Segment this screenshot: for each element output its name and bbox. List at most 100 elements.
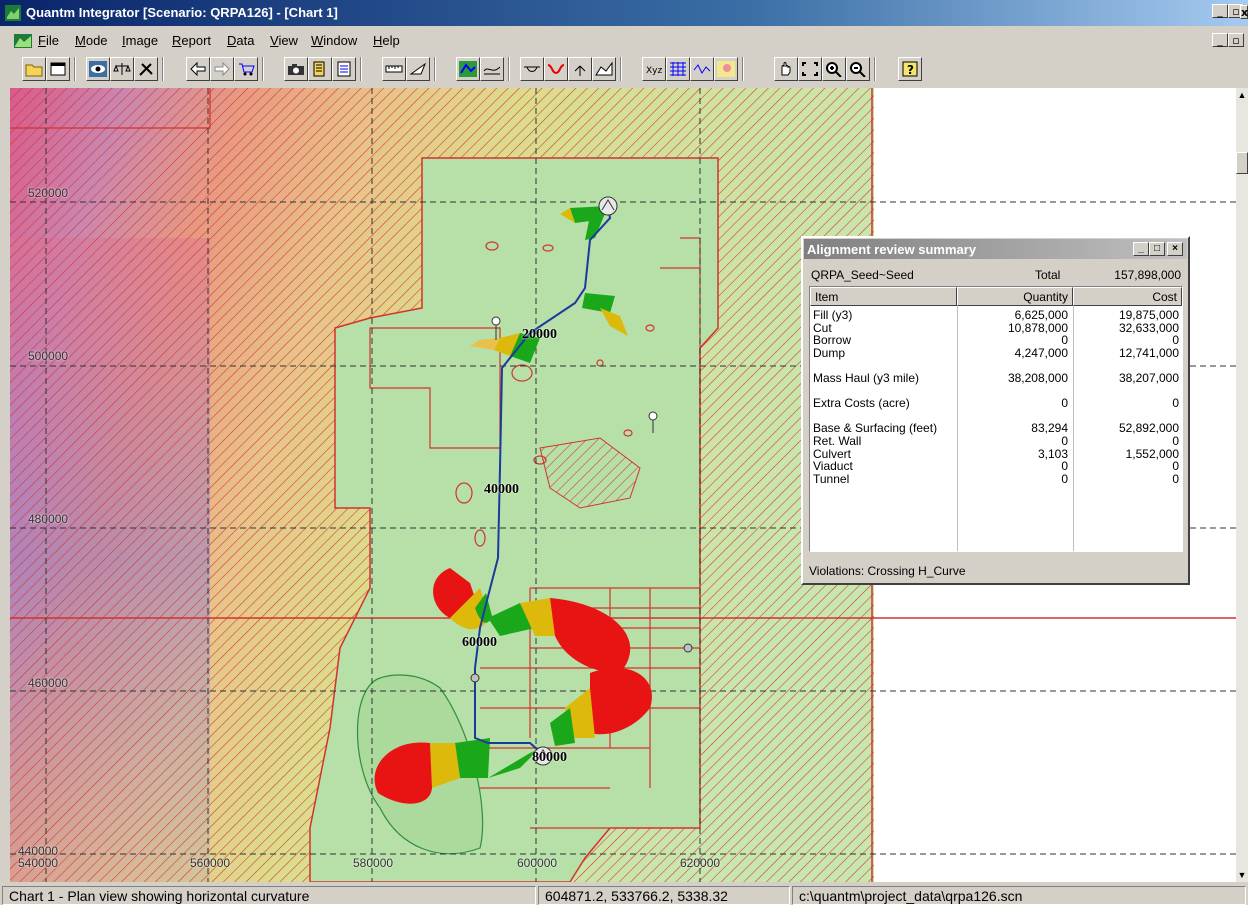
row-quantity: 38,208,000 xyxy=(1007,371,1068,385)
branch-icon[interactable] xyxy=(568,57,592,81)
pan-hand-icon[interactable] xyxy=(774,57,798,81)
row-item: Borrow xyxy=(813,333,852,348)
mdi-restore-icon[interactable]: ▫ xyxy=(1228,33,1244,47)
camera-icon[interactable] xyxy=(284,57,308,81)
zoom-in-icon[interactable] xyxy=(822,57,846,81)
page-icon[interactable] xyxy=(332,57,356,81)
summary-header: QRPA_Seed~Seed Total 157,898,000 xyxy=(809,268,1181,284)
maximize-icon[interactable]: □ xyxy=(1149,242,1165,256)
close-icon[interactable]: × xyxy=(1167,242,1183,256)
terrain-icon[interactable] xyxy=(456,57,480,81)
open-folder-icon[interactable] xyxy=(22,57,46,81)
station-label: 60000 xyxy=(462,635,497,650)
row-cost: 52,892,000 xyxy=(1118,421,1179,436)
minimize-icon[interactable]: _ xyxy=(1133,242,1149,256)
balance-icon[interactable] xyxy=(110,57,134,81)
row-quantity: 0 xyxy=(1061,396,1068,411)
column-header-cost[interactable]: Cost xyxy=(1073,287,1182,306)
scroll-thumb[interactable] xyxy=(1236,152,1248,174)
status-coordinates: 604871.2, 533766.2, 5338.32 xyxy=(538,886,790,905)
alignment-review-summary-window[interactable]: Alignment review summary _ □ × QRPA_Seed… xyxy=(801,236,1190,585)
row-quantity: 6,625,000 xyxy=(1014,308,1068,322)
row-cost: 38,207,000 xyxy=(1118,371,1179,385)
scroll-down-icon[interactable]: ▼ xyxy=(1236,868,1248,882)
station-label: 40000 xyxy=(484,482,519,497)
menu-image[interactable]: Image xyxy=(122,33,158,48)
column-header-quantity[interactable]: Quantity xyxy=(957,287,1073,306)
grid-icon[interactable] xyxy=(666,57,690,81)
row-cost: 0 xyxy=(1172,333,1179,348)
y-axis-label: 500000 xyxy=(28,349,69,363)
table-row: Ret. Wall 0 0 xyxy=(810,435,1182,447)
row-quantity: 3,103 xyxy=(1037,446,1068,461)
station-label: 20000 xyxy=(522,327,557,342)
row-item: Cut xyxy=(813,320,832,335)
zoom-out-icon[interactable] xyxy=(846,57,870,81)
status-description: Chart 1 - Plan view showing horizontal c… xyxy=(2,886,536,905)
scroll-up-icon[interactable]: ▲ xyxy=(1236,88,1248,102)
scenario-name: QRPA_Seed~Seed xyxy=(811,268,914,282)
row-cost: 0 xyxy=(1172,396,1179,411)
wedge-icon[interactable] xyxy=(406,57,430,81)
ruler-icon[interactable] xyxy=(382,57,406,81)
help-icon[interactable]: ? xyxy=(898,57,922,81)
profile-icon[interactable] xyxy=(480,57,504,81)
menu-file[interactable]: File xyxy=(38,33,59,48)
cart-icon[interactable] xyxy=(234,57,258,81)
total-label: Total xyxy=(1035,268,1061,282)
row-item: Extra Costs (acre) xyxy=(813,396,910,411)
wave-icon[interactable] xyxy=(690,57,714,81)
curve-icon[interactable] xyxy=(520,57,544,81)
menu-window[interactable]: Window xyxy=(311,33,357,48)
menu-mode[interactable]: Mode xyxy=(75,33,108,48)
table-row: Dump 4,247,000 12,741,000 xyxy=(810,347,1182,359)
forward-arrow-icon[interactable] xyxy=(210,57,234,81)
row-cost: 19,875,000 xyxy=(1118,308,1179,322)
area-icon[interactable] xyxy=(592,57,616,81)
row-item: Base & Surfacing (feet) xyxy=(813,421,938,436)
svg-text:?: ? xyxy=(907,63,914,77)
view-eye-icon[interactable] xyxy=(86,57,110,81)
xyz-icon[interactable]: Xyz xyxy=(642,57,666,81)
mdi-minimize-icon[interactable]: _ xyxy=(1212,33,1228,47)
heatmap-icon[interactable] xyxy=(714,57,738,81)
red-curve-icon[interactable] xyxy=(544,57,568,81)
close-icon[interactable]: x xyxy=(1240,5,1248,19)
summary-title: Alignment review summary xyxy=(807,242,977,257)
table-row: Fill (y3) 6,625,000 19,875,000 xyxy=(810,309,1182,321)
summary-title-bar[interactable]: Alignment review summary _ □ × xyxy=(804,239,1187,259)
table-row: Viaduct 0 0 xyxy=(810,460,1182,472)
station-label: 80000 xyxy=(532,750,567,765)
document-icon xyxy=(14,34,32,48)
summary-table: Item Quantity Cost Fill (y3) 6,625,000 19,… xyxy=(809,286,1183,552)
menu-help[interactable]: Help xyxy=(373,33,400,48)
row-quantity: 4,247,000 xyxy=(1014,345,1068,360)
table-row: Borrow 0 0 xyxy=(810,334,1182,346)
row-cost: 0 xyxy=(1172,471,1179,486)
x-axis-label: 540000 xyxy=(18,856,59,870)
app-icon xyxy=(5,5,21,21)
menu-bar: File Mode Image Report Data View Window … xyxy=(0,30,1248,52)
fit-extent-icon[interactable] xyxy=(798,57,822,81)
menu-view[interactable]: View xyxy=(270,33,298,48)
minimize-icon[interactable]: _ xyxy=(1212,4,1228,18)
row-quantity: 0 xyxy=(1061,333,1068,348)
tools-icon[interactable] xyxy=(134,57,158,81)
toolbar: Xyz ? xyxy=(0,54,1248,86)
back-arrow-icon[interactable] xyxy=(186,57,210,81)
row-item: Culvert xyxy=(813,446,852,461)
x-axis-label: 600000 xyxy=(517,856,558,870)
status-bar: Chart 1 - Plan view showing horizontal c… xyxy=(0,884,1248,905)
title-bar: Quantm Integrator [Scenario: QRPA126] - … xyxy=(0,0,1248,26)
window-icon[interactable] xyxy=(46,57,70,81)
row-cost: 32,633,000 xyxy=(1118,320,1179,335)
menu-report[interactable]: Report xyxy=(172,33,211,48)
table-row xyxy=(810,359,1182,371)
report-icon[interactable] xyxy=(308,57,332,81)
menu-data[interactable]: Data xyxy=(227,33,254,48)
row-cost: 12,741,000 xyxy=(1118,345,1179,360)
table-row xyxy=(810,410,1182,422)
column-header-item[interactable]: Item xyxy=(810,287,957,306)
x-axis-label: 580000 xyxy=(353,856,394,870)
vertical-scrollbar[interactable]: ▲ ▼ xyxy=(1236,88,1248,882)
